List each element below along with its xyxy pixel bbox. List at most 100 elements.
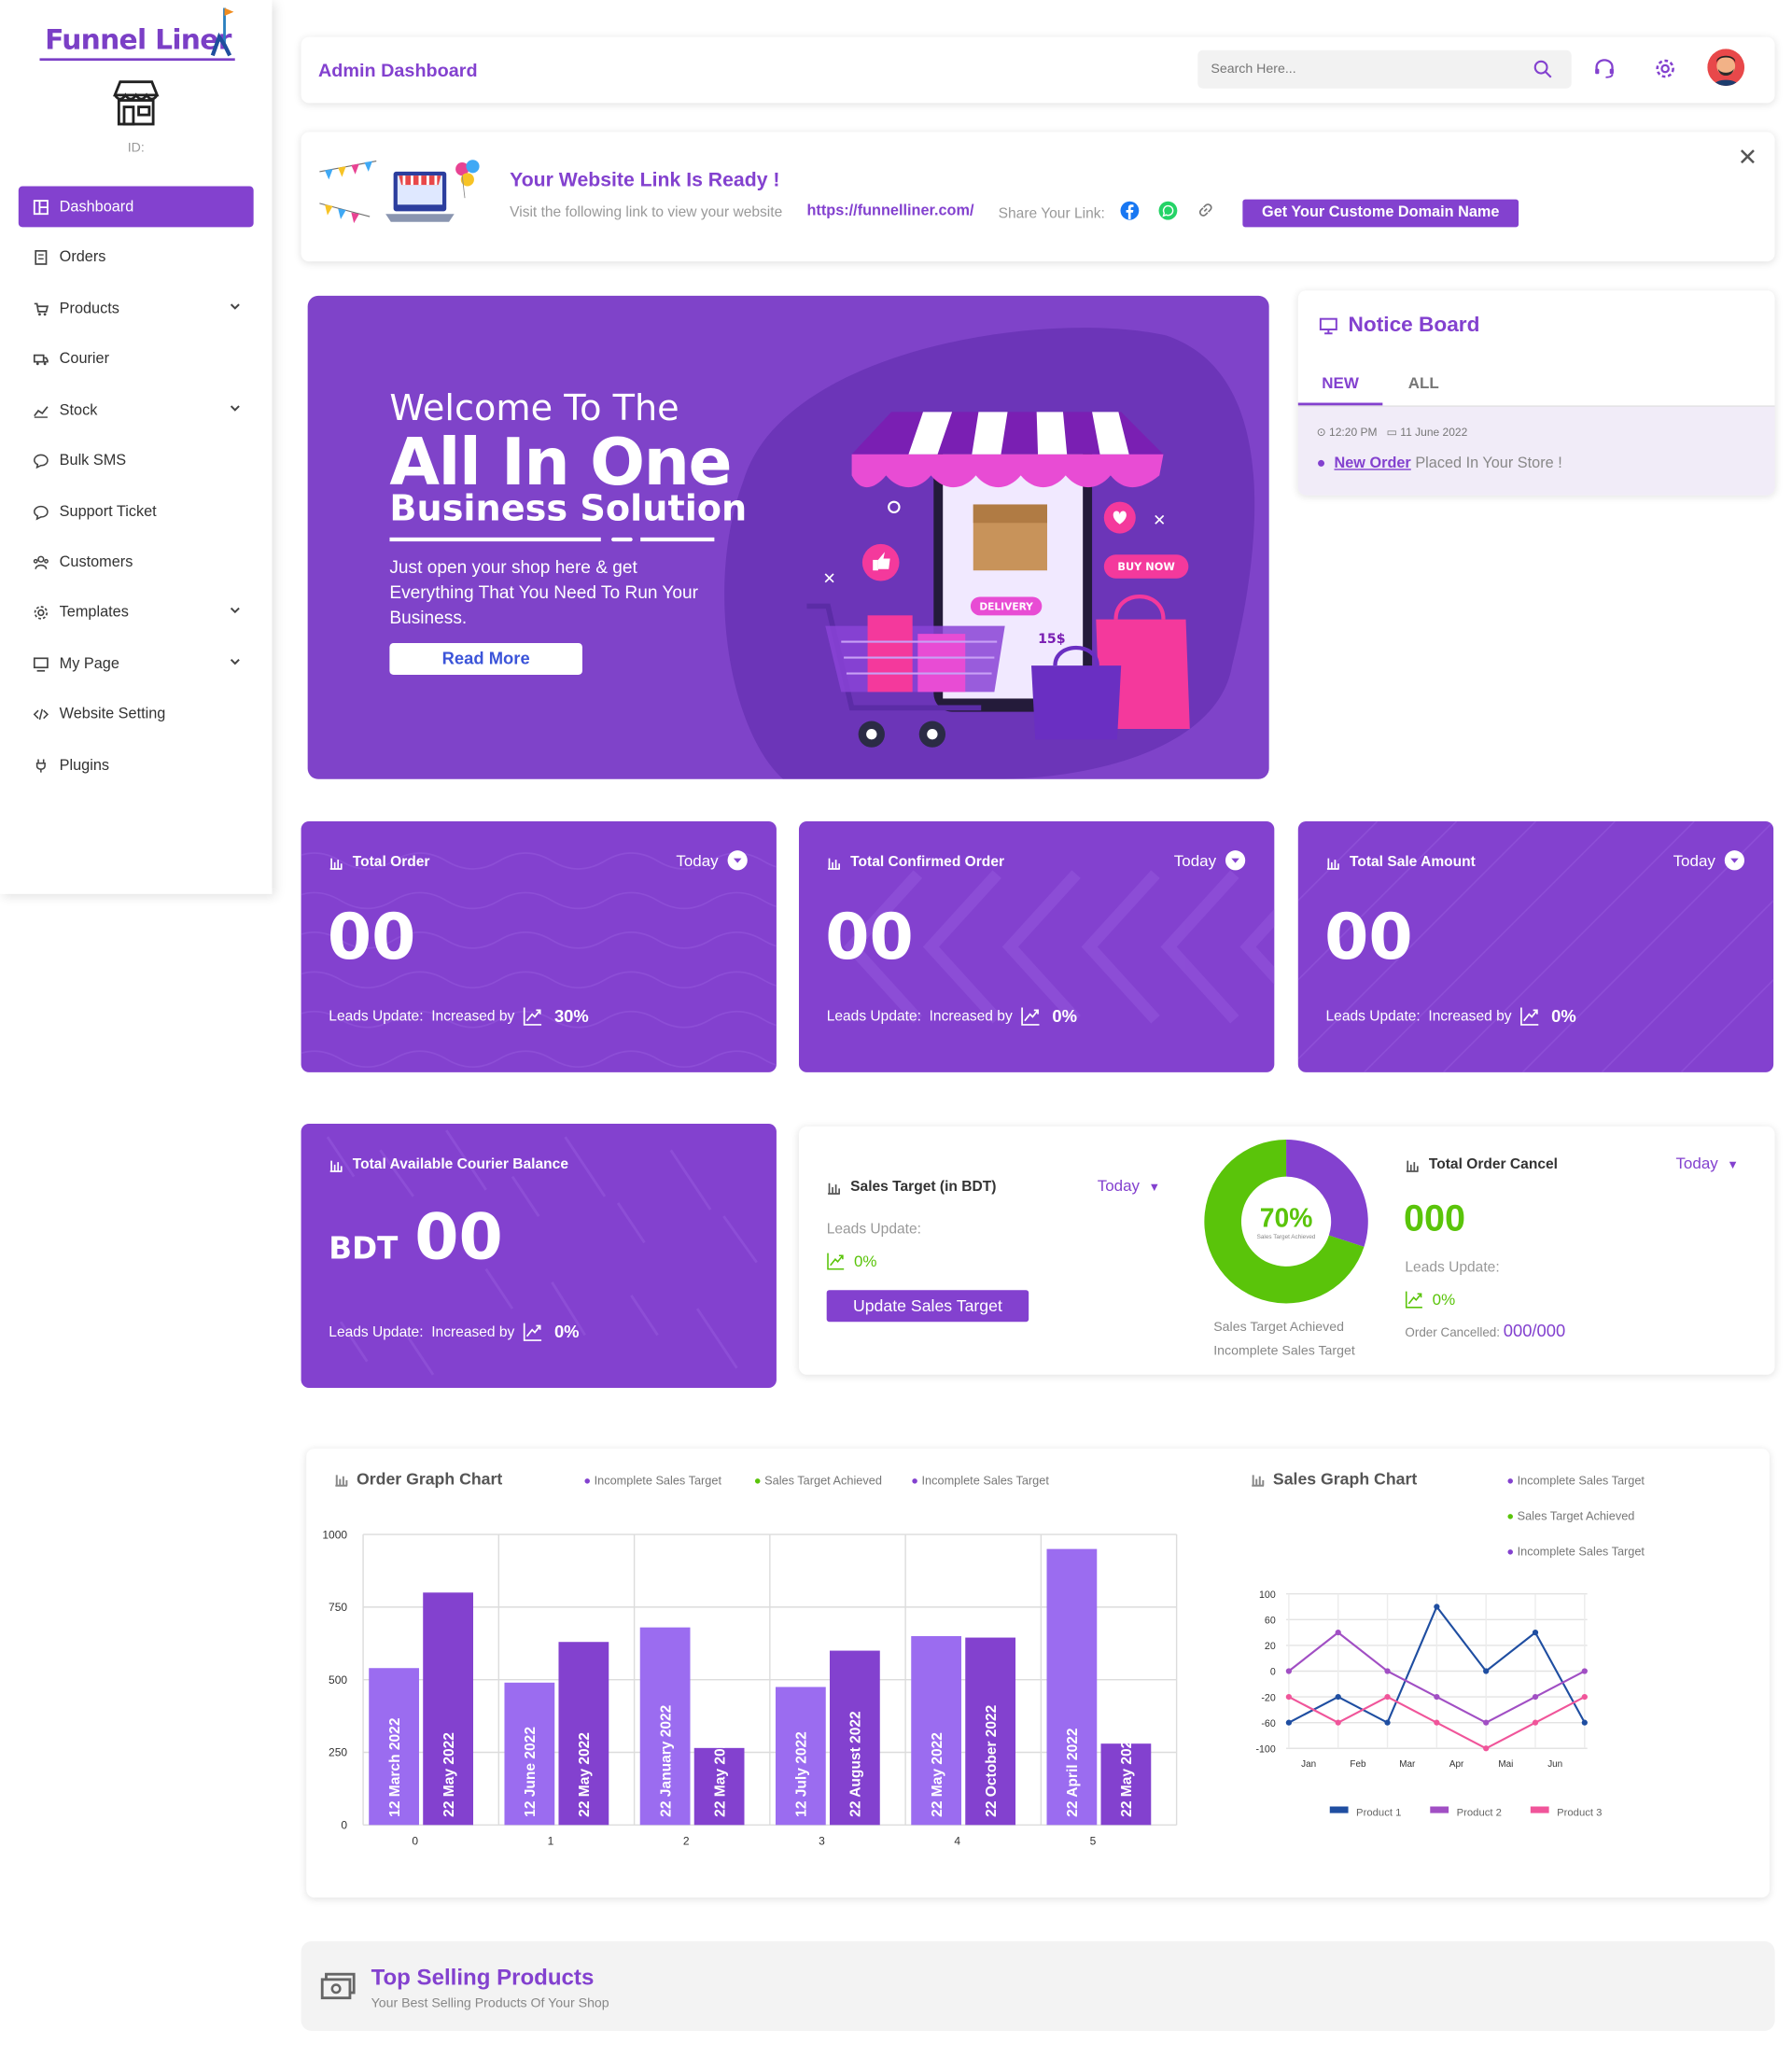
store-icon bbox=[113, 80, 160, 126]
stat-label: Total Sale Amount bbox=[1326, 854, 1476, 870]
leads-growth: 0% bbox=[827, 1252, 876, 1270]
sidebar-item-my-page[interactable]: My Page bbox=[19, 643, 254, 684]
close-icon[interactable]: ✕ bbox=[1738, 144, 1757, 172]
order-cancel-label: Total Order Cancel bbox=[1405, 1156, 1558, 1172]
hero-line-3: Business Solution bbox=[389, 488, 748, 530]
logo[interactable]: Funnel Liner bbox=[39, 7, 235, 65]
website-link[interactable]: https://funnelliner.com/ bbox=[806, 203, 973, 219]
notice-meta: ⊙ 12:20 PM ▭ 11 June 2022 bbox=[1317, 426, 1468, 441]
sidebar-item-website-setting[interactable]: Website Setting bbox=[19, 693, 254, 735]
y-tick-label: 20 bbox=[1265, 1641, 1276, 1652]
sales-chart-legend-3: ● Incomplete Sales Target bbox=[1506, 1545, 1645, 1559]
website-ready-title: Your Website Link Is Ready ! bbox=[510, 169, 780, 192]
sidebar-item-bulk-sms[interactable]: Bulk SMS bbox=[19, 440, 254, 481]
period-dropdown[interactable]: Today bbox=[1673, 850, 1745, 871]
data-point bbox=[1483, 1745, 1490, 1752]
headset-icon[interactable] bbox=[1592, 57, 1616, 80]
update-sales-target-button[interactable]: Update Sales Target bbox=[826, 1290, 1029, 1323]
facebook-icon[interactable] bbox=[1120, 201, 1140, 220]
tab-new[interactable]: NEW bbox=[1297, 366, 1383, 406]
sidebar-item-plugins[interactable]: Plugins bbox=[19, 745, 254, 786]
period-dropdown[interactable]: Today ▼ bbox=[1098, 1177, 1160, 1196]
link-icon[interactable] bbox=[1197, 201, 1215, 219]
stat-label-text: Total Sale Amount bbox=[1349, 854, 1476, 871]
sidebar-item-support-ticket[interactable]: Support Ticket bbox=[19, 491, 254, 532]
dashboard-icon bbox=[33, 199, 49, 215]
period-text: Today bbox=[1173, 850, 1217, 870]
legend-incomplete: Incomplete Sales Target bbox=[1213, 1344, 1355, 1359]
x-tick-label: Apr bbox=[1449, 1759, 1464, 1770]
search-input[interactable] bbox=[1197, 49, 1502, 89]
whatsapp-icon[interactable] bbox=[1158, 201, 1178, 220]
sidebar-item-stock[interactable]: Stock bbox=[19, 389, 254, 430]
bar-chart-icon bbox=[329, 1159, 343, 1172]
stat-label-text: Total Available Courier Balance bbox=[352, 1156, 568, 1173]
leads-update: Leads Update: Increased by 30% bbox=[329, 1006, 588, 1026]
x-tick-label: 3 bbox=[819, 1835, 825, 1848]
order-cancel-value: 000 bbox=[1403, 1197, 1466, 1239]
bar-chart-icon bbox=[329, 857, 343, 870]
new-order-link[interactable]: New Order bbox=[1334, 455, 1410, 471]
period-dropdown[interactable]: Today ▼ bbox=[1675, 1155, 1738, 1173]
sales-target-label-text: Sales Target (in BDT) bbox=[850, 1179, 997, 1196]
x-tick-label: Mai bbox=[1498, 1759, 1513, 1770]
custom-domain-button[interactable]: Get Your Custome Domain Name bbox=[1242, 199, 1519, 228]
sidebar-item-courier[interactable]: Courier bbox=[19, 338, 254, 379]
currency-label: BDT bbox=[329, 1232, 399, 1267]
y-tick-label: 60 bbox=[1265, 1616, 1276, 1627]
period-text: Today bbox=[1675, 1154, 1718, 1173]
avatar[interactable] bbox=[1707, 49, 1745, 86]
code-icon bbox=[33, 707, 49, 720]
data-point bbox=[1581, 1693, 1588, 1701]
order-cancelled-value: 000/000 bbox=[1503, 1320, 1566, 1341]
sidebar-item-label: My Page bbox=[59, 655, 119, 672]
period-dropdown[interactable]: Today bbox=[676, 850, 748, 871]
donut-sub: Sales Target Achieved bbox=[1257, 1234, 1316, 1240]
sidebar-item-templates[interactable]: Templates bbox=[19, 592, 254, 633]
sidebar-item-orders[interactable]: Orders bbox=[19, 236, 254, 277]
leads-growth: 0% bbox=[1405, 1290, 1455, 1309]
sidebar-item-products[interactable]: Products bbox=[19, 287, 254, 329]
bar-label: 22 May 2022 bbox=[441, 1732, 457, 1817]
x-tick-label: 0 bbox=[412, 1835, 418, 1848]
top-selling-section: Top Selling Products Your Best Selling P… bbox=[301, 1940, 1775, 2032]
data-point bbox=[1532, 1719, 1539, 1726]
data-point bbox=[1384, 1693, 1391, 1701]
y-tick-label: 500 bbox=[329, 1673, 347, 1687]
bar-label: 22 May 2022 bbox=[577, 1732, 593, 1817]
notice-date: 11 June 2022 bbox=[1400, 425, 1468, 439]
tab-all[interactable]: ALL bbox=[1382, 366, 1464, 405]
sales-target-card: Sales Target (in BDT) Today ▼ Leads Upda… bbox=[798, 1126, 1775, 1375]
flag-figure-icon bbox=[210, 7, 234, 57]
legend-label: Product 3 bbox=[1557, 1807, 1602, 1818]
celebration-laptop-icon bbox=[319, 160, 480, 224]
stat-card-total-order: Total Order Today 00 Leads Update: Incre… bbox=[301, 821, 777, 1072]
read-more-button[interactable]: Read More bbox=[389, 643, 582, 675]
website-ready-text: Visit the following link to view your we… bbox=[510, 204, 783, 221]
bar-chart-icon bbox=[1326, 857, 1339, 870]
charts-card: Order Graph Chart ● Incomplete Sales Tar… bbox=[306, 1449, 1770, 1898]
legend-text: Incomplete Sales Target bbox=[921, 1473, 1049, 1488]
sidebar-item-customers[interactable]: Customers bbox=[19, 541, 254, 582]
x-tick-label: Feb bbox=[1350, 1759, 1366, 1770]
gear-icon[interactable] bbox=[1653, 57, 1676, 80]
data-point bbox=[1285, 1719, 1293, 1726]
chevron-down-icon bbox=[230, 405, 240, 412]
notice-message: ● New Order Placed In Your Store ! bbox=[1317, 455, 1562, 471]
legend-text: Incomplete Sales Target bbox=[1517, 1545, 1645, 1559]
order-chart-title: Order Graph Chart bbox=[334, 1470, 502, 1489]
chat-icon bbox=[34, 505, 49, 520]
monitor-icon bbox=[33, 656, 49, 671]
search-icon[interactable] bbox=[1533, 60, 1553, 79]
sidebar-item-label: Bulk SMS bbox=[59, 452, 127, 469]
price-tag: 15$ bbox=[1038, 632, 1066, 647]
svg-text:✕: ✕ bbox=[822, 569, 835, 588]
order-cancel-label-text: Total Order Cancel bbox=[1428, 1156, 1558, 1173]
increased-label: Increased by bbox=[929, 1008, 1013, 1025]
legend-text: Sales Target Achieved bbox=[764, 1473, 882, 1488]
hero-paragraph: Just open your shop here & get Everythin… bbox=[389, 557, 699, 628]
period-dropdown[interactable]: Today bbox=[1173, 850, 1246, 871]
trend-up-icon bbox=[1020, 1007, 1040, 1026]
bar-label: 22 May 2022 bbox=[1119, 1732, 1135, 1817]
sidebar-item-dashboard[interactable]: Dashboard bbox=[18, 186, 254, 228]
